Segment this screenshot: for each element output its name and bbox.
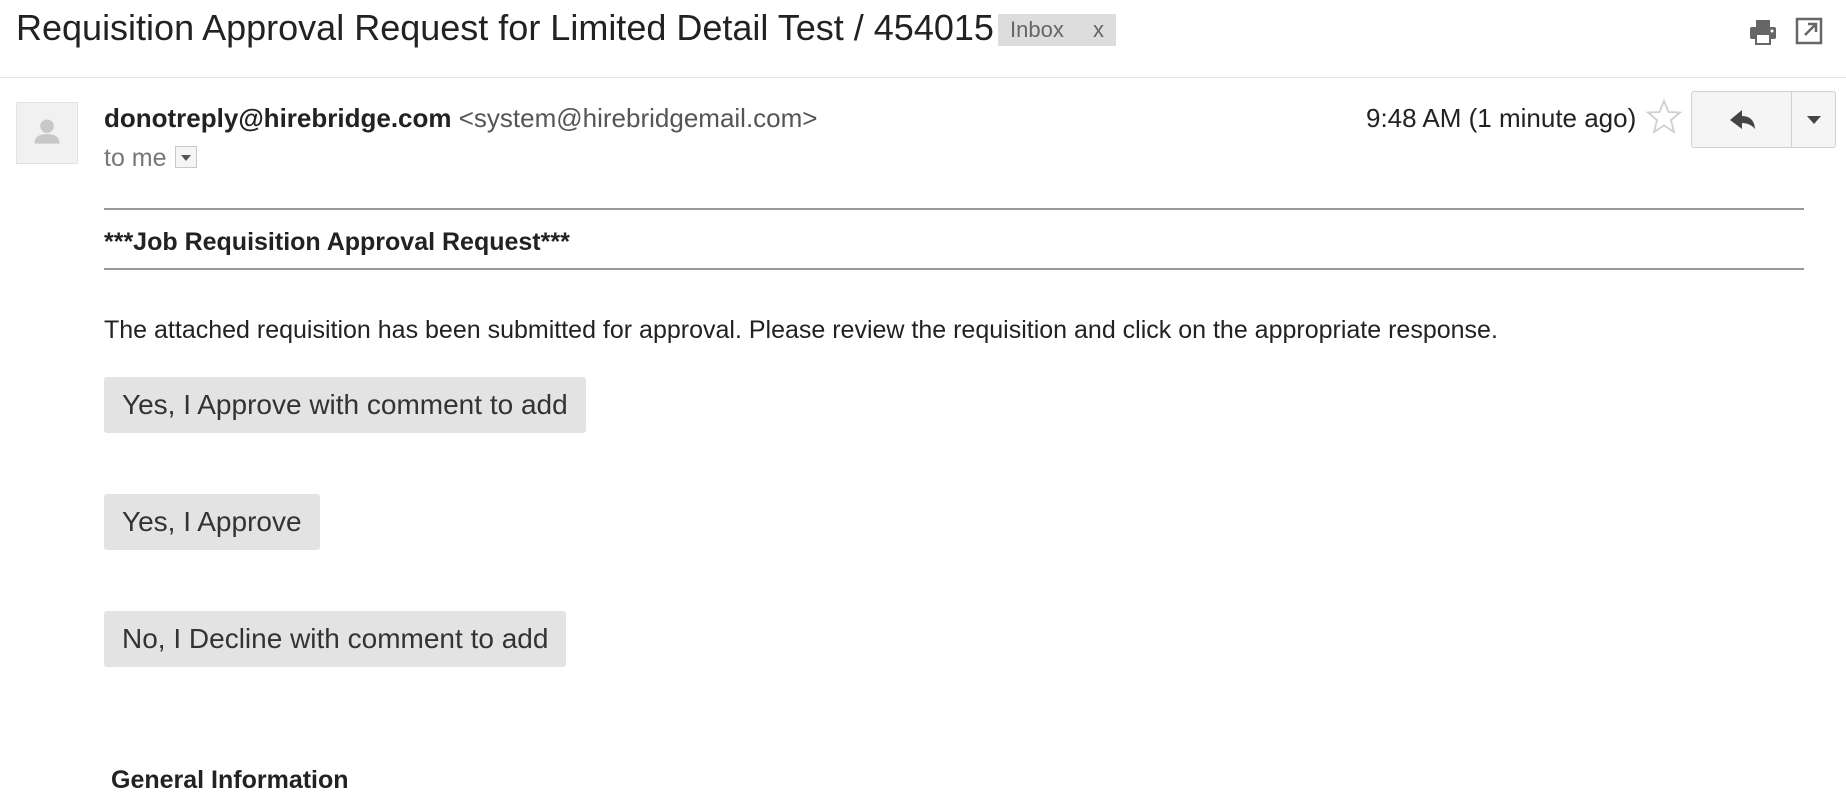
body-heading: ***Job Requisition Approval Request*** (104, 228, 570, 256)
recipient-line: to me (104, 142, 197, 174)
reply-button-group (1691, 91, 1836, 148)
remove-label-button[interactable]: x (1093, 14, 1104, 46)
recipient-details-dropdown[interactable] (174, 146, 197, 169)
approve-with-comment-button[interactable]: Yes, I Approve with comment to add (104, 377, 586, 433)
general-information-title: General Information (111, 766, 349, 794)
body-intro-text: The attached requisition has been submit… (104, 316, 1498, 344)
star-icon[interactable] (1644, 97, 1684, 137)
print-icon[interactable] (1748, 17, 1778, 47)
open-in-new-window-icon[interactable] (1795, 17, 1823, 45)
reply-icon[interactable] (1692, 92, 1791, 147)
inbox-label-tag[interactable]: Inbox x (998, 14, 1116, 46)
sender-info: donotreply@hirebridge.com <system@hirebr… (104, 102, 817, 134)
more-options-icon[interactable] (1792, 92, 1835, 147)
top-divider (104, 208, 1804, 210)
recipient-text: to me (104, 144, 167, 172)
message-time: 9:48 AM (1 minute ago) (1366, 103, 1637, 133)
sender-email: <system@hirebridgemail.com> (458, 103, 818, 133)
approve-button[interactable]: Yes, I Approve (104, 494, 320, 550)
subject-bar: Requisition Approval Request for Limited… (0, 0, 1846, 78)
sender-name[interactable]: donotreply@hirebridge.com (104, 103, 452, 133)
email-subject: Requisition Approval Request for Limited… (16, 7, 994, 48)
decline-with-comment-button[interactable]: No, I Decline with comment to add (104, 611, 567, 667)
bottom-divider (104, 268, 1804, 270)
inbox-label-text: Inbox (1010, 17, 1064, 42)
avatar-icon (16, 102, 78, 164)
